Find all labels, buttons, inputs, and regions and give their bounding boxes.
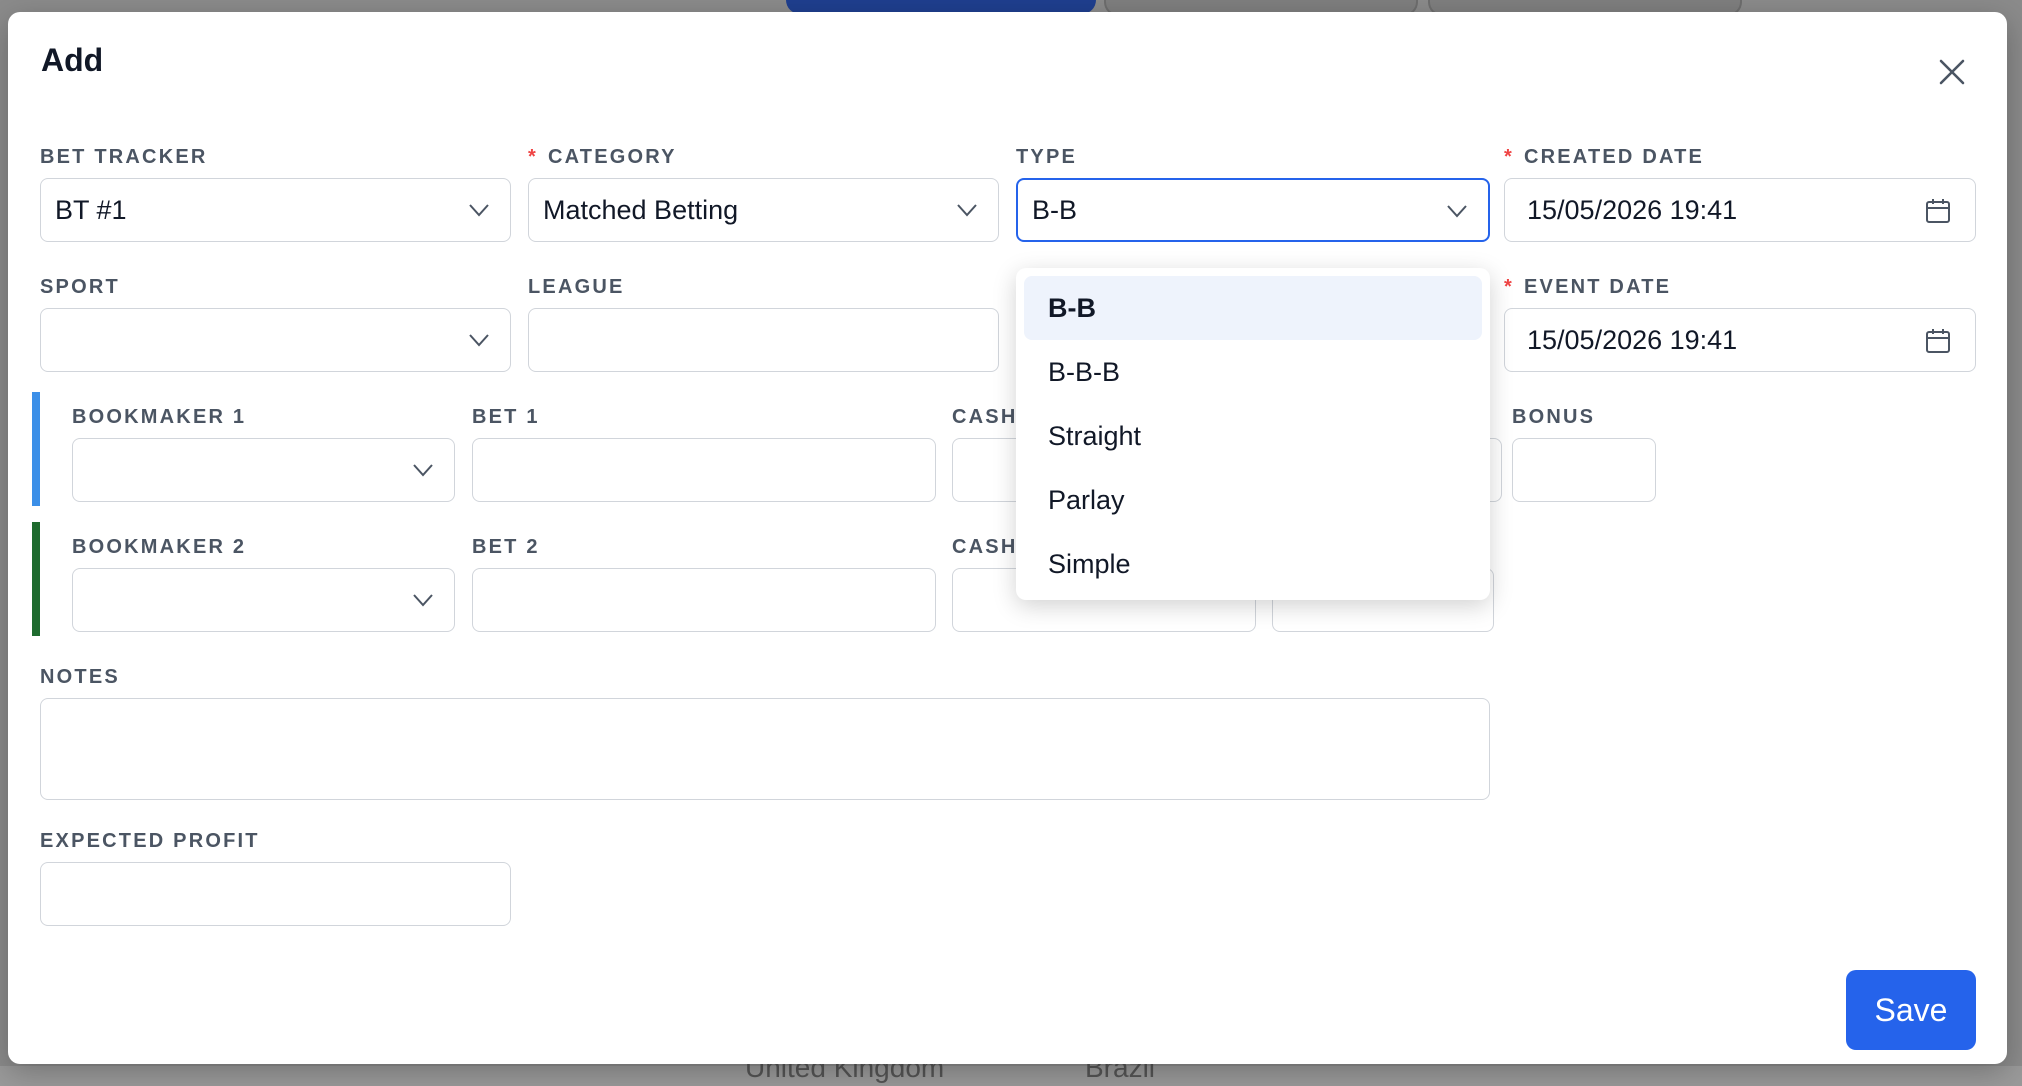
cash-2-label: CASH <box>952 536 1018 558</box>
type-label: TYPE <box>1016 146 1078 168</box>
category-select[interactable]: Matched Betting <box>528 178 999 242</box>
chevron-down-icon <box>957 204 977 217</box>
bet-tracker-value: BT #1 <box>55 194 127 225</box>
save-button[interactable]: Save <box>1846 970 1976 1050</box>
close-icon[interactable] <box>1932 52 1972 92</box>
expected-profit-label: EXPECTED PROFIT <box>40 830 260 852</box>
type-option-straight[interactable]: Straight <box>1024 404 1482 468</box>
calendar-icon[interactable] <box>1923 326 1953 356</box>
bookmaker-1-label: BOOKMAKER 1 <box>72 406 247 428</box>
notes-textarea[interactable] <box>40 698 1490 800</box>
sport-label: SPORT <box>40 276 120 298</box>
chevron-down-icon <box>469 334 489 347</box>
event-date-input[interactable]: 15/05/2026 19:41 <box>1504 308 1976 372</box>
type-option-parlay[interactable]: Parlay <box>1024 468 1482 532</box>
calendar-icon[interactable] <box>1923 196 1953 226</box>
bet-1-input[interactable] <box>472 438 936 502</box>
created-date-input[interactable]: 15/05/2026 19:41 <box>1504 178 1976 242</box>
event-date-value: 15/05/2026 19:41 <box>1527 324 1738 355</box>
bet-1-label: BET 1 <box>472 406 540 428</box>
add-modal: Add BET TRACKER BT #1 * CATEGORY Matched … <box>8 12 2007 1064</box>
bet-tracker-select[interactable]: BT #1 <box>40 178 511 242</box>
category-label: * CATEGORY <box>528 146 677 168</box>
modal-title: Add <box>41 42 104 78</box>
type-dropdown-menu: B-B B-B-B Straight Parlay Simple <box>1016 268 1490 600</box>
required-mark: * <box>1504 276 1514 298</box>
type-value: B-B <box>1032 194 1078 225</box>
created-date-label: * CREATED DATE <box>1504 146 1705 168</box>
expected-profit-input[interactable] <box>40 862 511 926</box>
type-option-simple[interactable]: Simple <box>1024 532 1482 596</box>
event-date-label: * EVENT DATE <box>1504 276 1672 298</box>
type-option-b-b[interactable]: B-B <box>1024 276 1482 340</box>
background-footer <box>0 1066 2022 1086</box>
required-mark: * <box>528 146 538 168</box>
cash-1-label: CASH <box>952 406 1018 428</box>
bookmaker-2-select[interactable] <box>72 568 455 632</box>
bonus-1-label: BONUS <box>1512 406 1596 428</box>
bonus-1-input[interactable] <box>1512 438 1656 502</box>
type-select[interactable]: B-B <box>1016 178 1490 242</box>
chevron-down-icon <box>469 204 489 217</box>
bet-2-label: BET 2 <box>472 536 540 558</box>
category-value: Matched Betting <box>543 194 739 225</box>
bookmaker-2-label: BOOKMAKER 2 <box>72 536 247 558</box>
bet-2-input[interactable] <box>472 568 936 632</box>
bookmaker-2-stripe <box>32 522 40 636</box>
league-input[interactable] <box>528 308 999 372</box>
notes-label: NOTES <box>40 666 120 688</box>
created-date-value: 15/05/2026 19:41 <box>1527 194 1738 225</box>
league-label: LEAGUE <box>528 276 625 298</box>
bookmaker-1-select[interactable] <box>72 438 455 502</box>
sport-select[interactable] <box>40 308 511 372</box>
type-option-b-b-b[interactable]: B-B-B <box>1024 340 1482 404</box>
bet-tracker-label: BET TRACKER <box>40 146 208 168</box>
chevron-down-icon <box>1447 205 1467 218</box>
chevron-down-icon <box>413 464 433 477</box>
required-mark: * <box>1504 146 1514 168</box>
chevron-down-icon <box>413 594 433 607</box>
bookmaker-1-stripe <box>32 392 40 506</box>
